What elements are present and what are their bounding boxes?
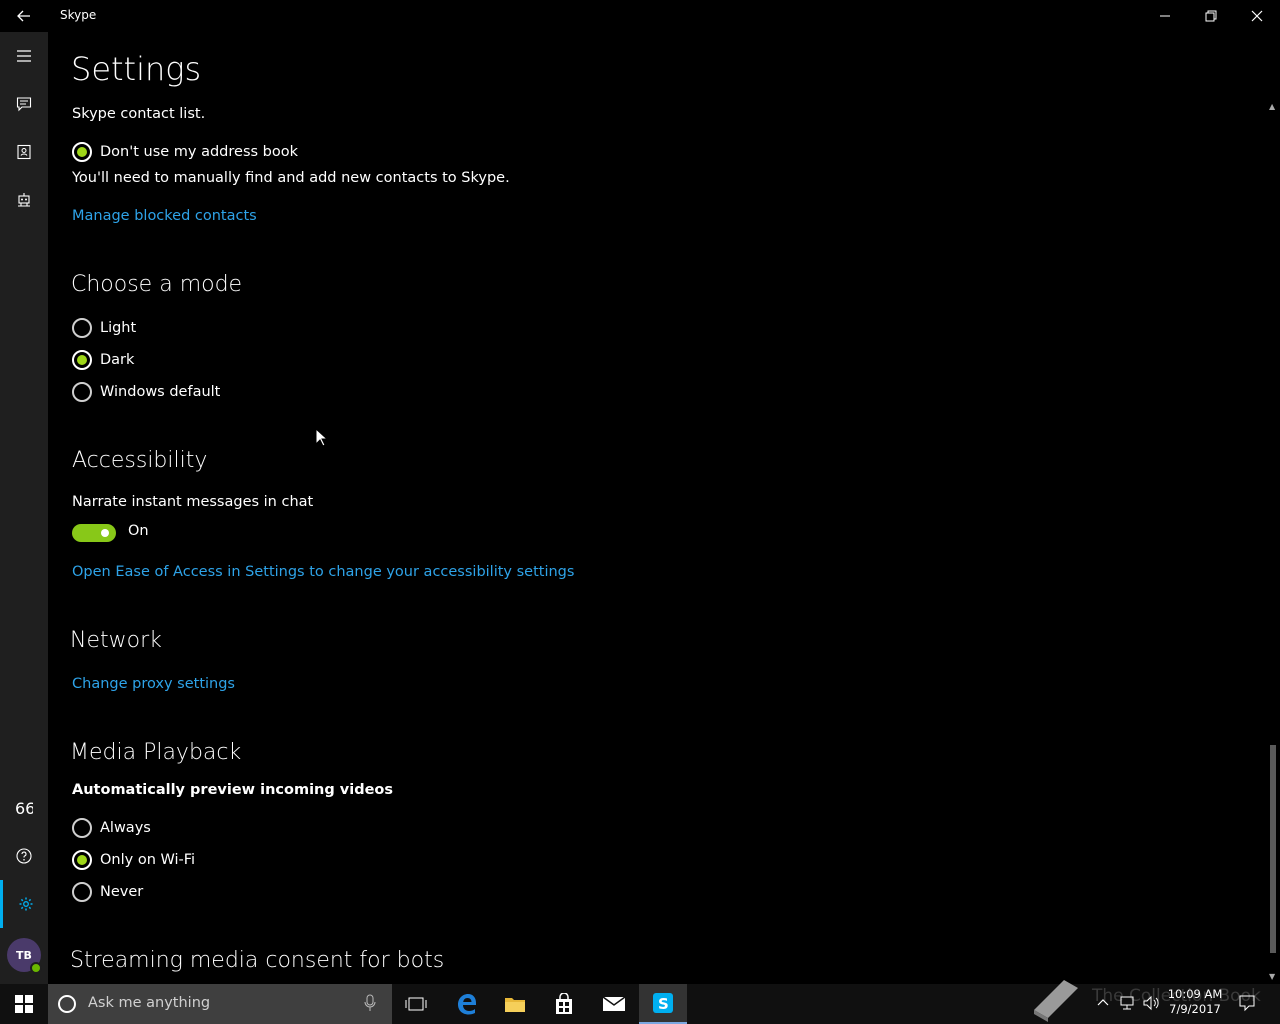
task-view-icon — [405, 997, 427, 1011]
toggle-state-label: On — [128, 523, 149, 539]
window-title: Skype — [60, 8, 97, 22]
contacts-description: Skype contact list. — [72, 106, 206, 122]
help-icon — [16, 848, 32, 864]
scroll-up-icon[interactable]: ▲ — [1269, 102, 1275, 111]
address-book-description: You'll need to manually find and add new… — [72, 170, 510, 186]
page-title: Settings — [71, 50, 202, 88]
folder-icon — [505, 998, 525, 1012]
edge-browser-icon — [458, 994, 476, 1015]
minimize-icon — [1160, 15, 1170, 17]
ease-of-access-link[interactable]: Open Ease of Access in Settings to chang… — [72, 564, 574, 580]
mail-envelope-icon — [602, 996, 626, 1011]
radio-mode-dark[interactable]: Dark — [72, 349, 134, 371]
settings-content: Skype will periodically find and add peo… — [48, 104, 1266, 984]
windows-logo-icon — [15, 995, 33, 1013]
cortana-icon — [58, 995, 76, 1013]
edge-button[interactable] — [443, 984, 491, 1024]
radio-button[interactable] — [72, 382, 92, 402]
hamburger-menu-button[interactable] — [0, 32, 48, 80]
navigation-rail: 66 TB — [0, 32, 48, 984]
skype-window: Skype 66 TB Settings Skype contact list.… — [0, 0, 1280, 1024]
mode-heading: Choose a mode — [71, 272, 243, 297]
skype-logo-icon: S — [653, 993, 673, 1013]
radio-button[interactable] — [72, 318, 92, 338]
title-bar: Skype — [0, 0, 1280, 32]
radio-dont-use-address-book[interactable]: Don't use my address book — [72, 141, 298, 163]
radio-label: Windows default — [100, 384, 221, 400]
close-icon — [1251, 10, 1263, 22]
scroll-down-icon[interactable]: ▼ — [1269, 972, 1275, 981]
presence-online-icon — [30, 962, 42, 974]
back-arrow-icon — [17, 10, 30, 22]
file-explorer-button[interactable] — [491, 984, 539, 1024]
radio-button[interactable] — [72, 850, 92, 870]
auto-preview-label: Automatically preview incoming videos — [72, 782, 394, 798]
settings-button[interactable] — [0, 880, 48, 928]
narrate-toggle[interactable] — [72, 524, 116, 542]
store-button[interactable] — [540, 984, 588, 1024]
cortana-search-box[interactable]: Ask me anything — [48, 984, 392, 1024]
store-bag-icon — [556, 993, 572, 1014]
network-icon[interactable] — [1118, 994, 1136, 1012]
chat-icon — [16, 97, 32, 112]
feedback-button[interactable]: 66 — [0, 784, 48, 832]
radio-media-wifi[interactable]: Only on Wi-Fi — [72, 849, 195, 871]
taskbar-clock[interactable]: 10:09 AM 7/9/2017 — [1160, 987, 1230, 1017]
task-view-button[interactable] — [392, 984, 440, 1024]
network-heading: Network — [70, 628, 162, 653]
manage-blocked-contacts-link[interactable]: Manage blocked contacts — [72, 208, 257, 224]
action-center-icon[interactable] — [1238, 994, 1256, 1012]
radio-media-always[interactable]: Always — [72, 817, 151, 839]
skype-taskbar-button[interactable]: S — [639, 984, 687, 1024]
radio-button[interactable] — [72, 882, 92, 902]
radio-label: Dark — [100, 352, 135, 368]
accessibility-heading: Accessibility — [72, 448, 208, 473]
radio-button[interactable] — [72, 350, 92, 370]
media-playback-heading: Media Playback — [70, 740, 242, 765]
radio-mode-windows-default[interactable]: Windows default — [72, 381, 220, 403]
bot-icon — [18, 193, 30, 207]
radio-button[interactable] — [72, 818, 92, 838]
clock-date: 7/9/2017 — [1169, 1002, 1221, 1016]
radio-mode-light[interactable]: Light — [72, 317, 136, 339]
show-hidden-icons-icon[interactable] — [1096, 994, 1110, 1010]
hamburger-icon — [17, 50, 31, 62]
radio-label: Light — [100, 320, 137, 336]
radio-label: Only on Wi-Fi — [100, 852, 196, 868]
clock-time: 10:09 AM — [1167, 987, 1223, 1001]
start-button[interactable] — [0, 984, 48, 1024]
book-watermark-icon — [1034, 980, 1078, 1022]
chats-button[interactable] — [0, 80, 48, 128]
radio-label: Never — [100, 884, 144, 900]
radio-media-never[interactable]: Never — [72, 881, 143, 903]
close-button[interactable] — [1234, 0, 1280, 32]
narrate-label: Narrate instant messages in chat — [72, 494, 314, 510]
radio-button[interactable] — [72, 142, 92, 162]
radio-label: Don't use my address book — [100, 144, 299, 160]
minimize-button[interactable] — [1142, 0, 1188, 32]
back-button[interactable] — [0, 0, 48, 32]
contacts-button[interactable] — [0, 128, 48, 176]
streaming-consent-heading: Streaming media consent for bots — [70, 948, 445, 973]
mail-button[interactable] — [590, 984, 638, 1024]
restore-icon — [1205, 10, 1217, 22]
microphone-icon[interactable] — [364, 994, 376, 1012]
gear-icon — [19, 897, 32, 911]
search-placeholder: Ask me anything — [88, 995, 211, 1011]
scrollbar-thumb[interactable] — [1270, 745, 1276, 953]
proxy-settings-link[interactable]: Change proxy settings — [72, 676, 235, 692]
restore-button[interactable] — [1188, 0, 1234, 32]
svg-text:S: S — [658, 995, 669, 1013]
quote-feedback-icon: 66 — [15, 801, 33, 815]
volume-icon[interactable] — [1142, 994, 1160, 1012]
bots-button[interactable] — [0, 176, 48, 224]
address-book-icon — [17, 144, 31, 160]
svg-text:66: 66 — [15, 801, 33, 815]
radio-label: Always — [100, 820, 151, 836]
mouse-cursor-icon — [315, 428, 329, 447]
help-button[interactable] — [0, 832, 48, 880]
windows-taskbar: Ask me anything S The Collection Book 10… — [0, 980, 1280, 1024]
